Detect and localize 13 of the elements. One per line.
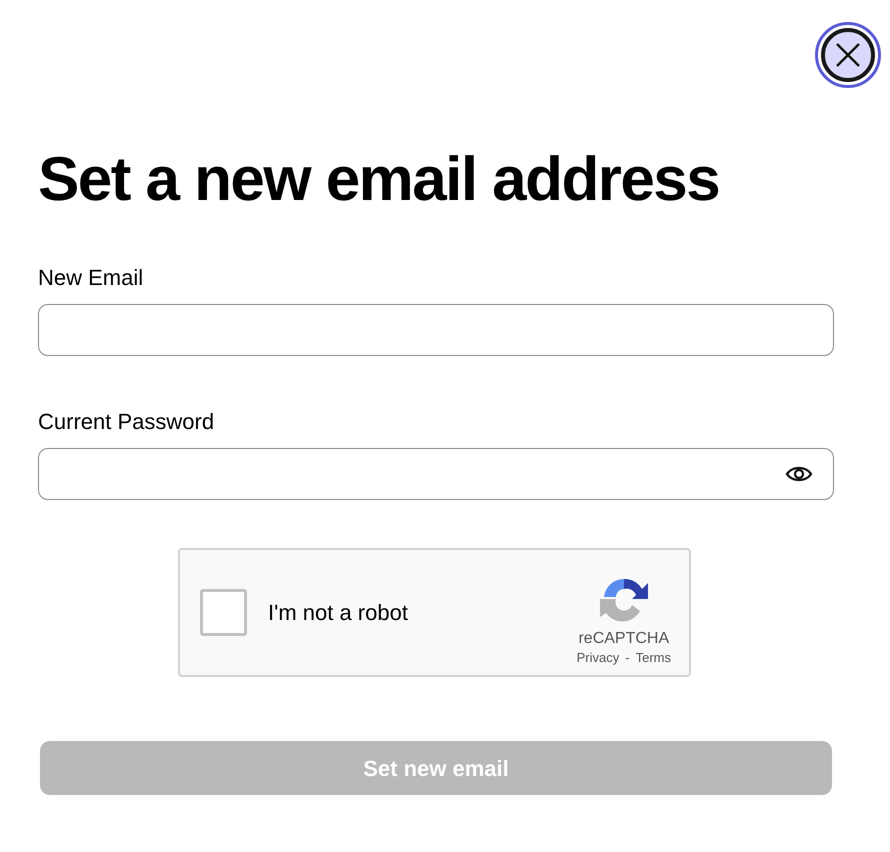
close-icon [835, 42, 861, 68]
terms-link[interactable]: Terms [636, 648, 671, 666]
email-field[interactable] [38, 304, 834, 356]
captcha-checkbox[interactable] [200, 589, 247, 636]
eye-icon[interactable] [785, 464, 813, 484]
field-label: Current Password [38, 408, 214, 436]
captcha-label: I'm not a robot [268, 599, 409, 627]
field-label: New Email [38, 264, 144, 292]
dialog-title: Set a new email address [38, 144, 720, 216]
password-field[interactable] [38, 448, 834, 500]
privacy-link[interactable]: Privacy [576, 648, 620, 666]
captcha-brand: reCAPTCHA [578, 628, 670, 648]
link-separator: - [625, 648, 630, 666]
